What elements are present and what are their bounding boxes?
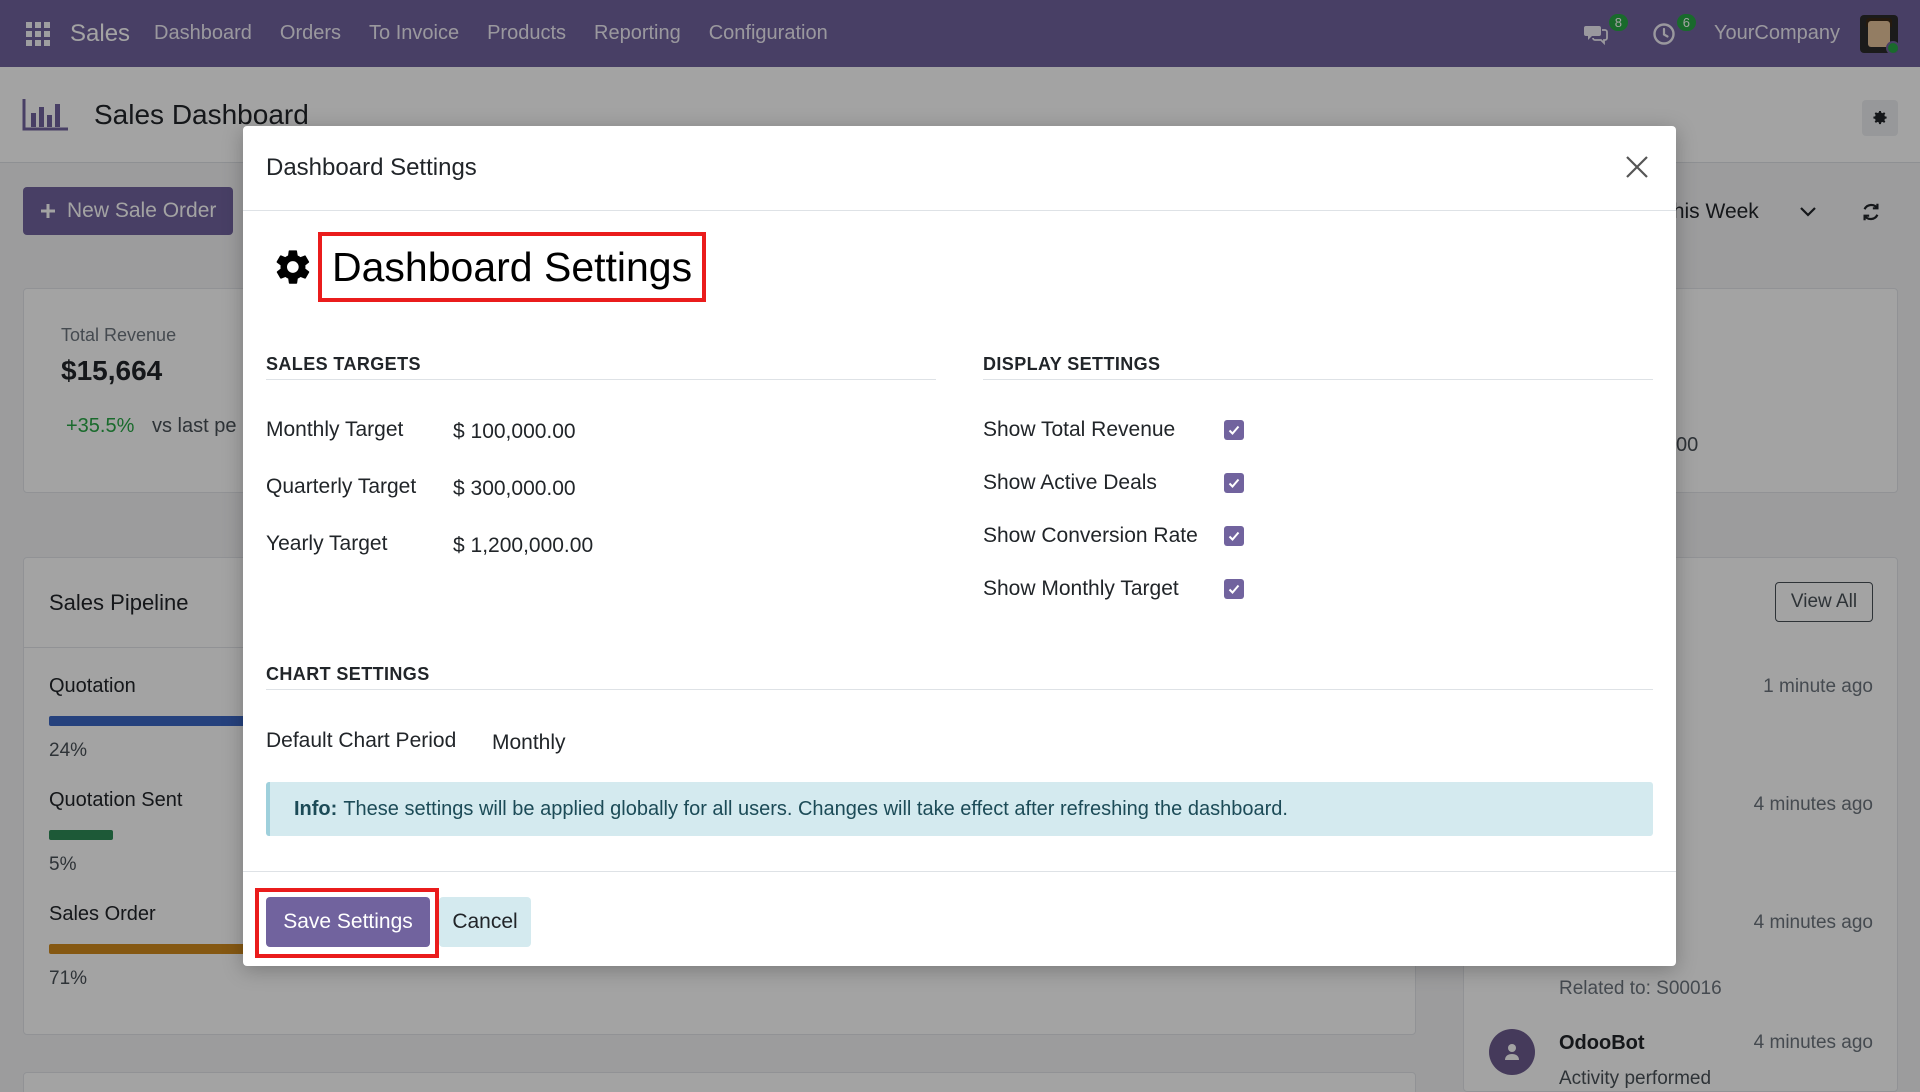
show-monthly-target-checkbox[interactable] bbox=[1224, 579, 1244, 599]
monthly-target-field[interactable]: $ 100,000.00 bbox=[453, 420, 576, 444]
default-chart-period-select[interactable]: Monthly bbox=[492, 731, 566, 755]
info-text: These settings will be applied globally … bbox=[343, 797, 1288, 820]
sales-targets-title: SALES TARGETS bbox=[266, 354, 421, 374]
modal-title: Dashboard Settings bbox=[266, 154, 477, 181]
default-chart-period-label: Default Chart Period bbox=[266, 729, 457, 752]
display-settings-title: DISPLAY SETTINGS bbox=[983, 354, 1161, 374]
info-alert: Info: These settings will be applied glo… bbox=[266, 782, 1653, 836]
monthly-target-label: Monthly Target bbox=[266, 418, 404, 441]
info-label: Info: bbox=[294, 797, 338, 820]
show-conversion-rate-checkbox[interactable] bbox=[1224, 526, 1244, 546]
gear-icon bbox=[276, 250, 310, 284]
settings-heading: Dashboard Settings bbox=[273, 232, 707, 302]
show-monthly-target-label: Show Monthly Target bbox=[983, 577, 1179, 600]
modal-footer: Save Settings Cancel bbox=[243, 871, 1676, 966]
modal-header: Dashboard Settings bbox=[243, 126, 1676, 211]
divider bbox=[266, 379, 936, 380]
quarterly-target-label: Quarterly Target bbox=[266, 475, 417, 498]
checkmark-icon bbox=[1228, 584, 1240, 594]
close-button[interactable] bbox=[1620, 150, 1654, 184]
cancel-button[interactable]: Cancel bbox=[439, 897, 531, 947]
yearly-target-label: Yearly Target bbox=[266, 532, 388, 555]
show-active-deals-checkbox[interactable] bbox=[1224, 473, 1244, 493]
quarterly-target-field[interactable]: $ 300,000.00 bbox=[453, 477, 576, 501]
show-conversion-rate-label: Show Conversion Rate bbox=[983, 524, 1198, 547]
divider bbox=[983, 379, 1653, 380]
yearly-target-field[interactable]: $ 1,200,000.00 bbox=[453, 534, 593, 558]
show-active-deals-label: Show Active Deals bbox=[983, 471, 1157, 494]
checkmark-icon bbox=[1228, 425, 1240, 435]
divider bbox=[266, 689, 1653, 690]
heading-text: Dashboard Settings bbox=[332, 244, 693, 290]
show-total-revenue-checkbox[interactable] bbox=[1224, 420, 1244, 440]
dashboard-settings-dialog: Dashboard Settings Dashboard Settings SA… bbox=[243, 126, 1676, 966]
checkmark-icon bbox=[1228, 531, 1240, 541]
checkmark-icon bbox=[1228, 478, 1240, 488]
save-settings-button[interactable]: Save Settings bbox=[266, 897, 430, 947]
chart-settings-title: CHART SETTINGS bbox=[266, 664, 430, 684]
show-total-revenue-label: Show Total Revenue bbox=[983, 418, 1176, 441]
close-icon bbox=[1626, 156, 1648, 178]
heading-highlight: Dashboard Settings bbox=[318, 232, 707, 302]
